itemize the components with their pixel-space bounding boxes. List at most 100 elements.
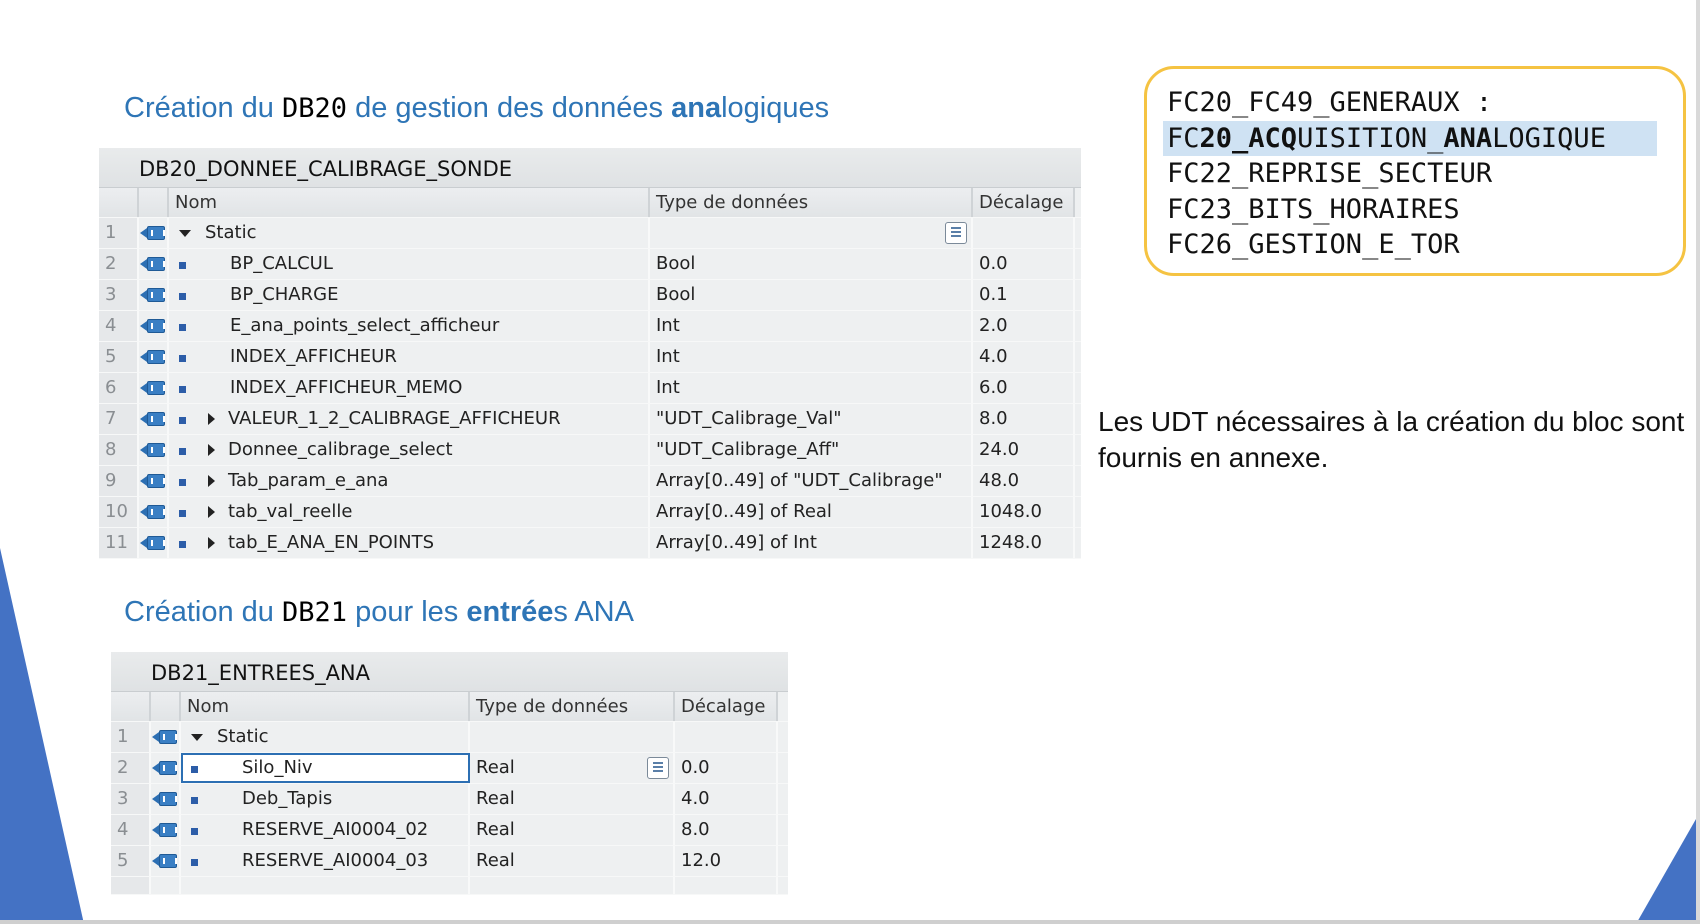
member-name: Deb_Tapis (242, 788, 333, 809)
data-type: Array[0..49] of Real (656, 501, 832, 522)
slide-right-edge (1696, 0, 1700, 924)
type-cell[interactable]: Array[0..49] of Int (650, 528, 973, 558)
data-type: Bool (656, 253, 696, 274)
offset-cell: 8.0 (675, 815, 778, 845)
name-cell[interactable]: RESERVE_AI0004_03 (181, 846, 470, 876)
member-name: tab_val_reelle (228, 501, 353, 522)
member-icon (179, 479, 186, 486)
member-name: BP_CALCUL (230, 253, 333, 274)
table-row[interactable]: 10 tab_val_reelle Array[0..49] of Real 1048… (99, 497, 1081, 528)
name-cell[interactable]: Tab_param_e_ana (169, 466, 650, 496)
data-type: Array[0..49] of Int (656, 532, 817, 553)
header-type[interactable]: Type de données (650, 188, 973, 217)
type-cell[interactable]: Bool (650, 280, 973, 310)
expand-toggle-icon[interactable] (208, 475, 215, 487)
table-row[interactable]: 3 BP_CHARGE Bool 0.1 (99, 280, 1081, 311)
type-cell[interactable]: Real (470, 815, 675, 845)
db21-title: DB21_ENTREES_ANA (111, 652, 788, 692)
table-row[interactable]: 6 INDEX_AFFICHEUR_MEMO Int 6.0 (99, 373, 1081, 404)
table-row[interactable]: 4 E_ana_points_select_afficheur Int 2.0 (99, 311, 1081, 342)
name-cell[interactable]: Static (169, 218, 650, 248)
offset-cell: 0.0 (973, 249, 1075, 279)
type-list-button[interactable] (647, 757, 669, 779)
interface-static-icon (140, 504, 166, 520)
name-cell[interactable]: BP_CALCUL (169, 249, 650, 279)
table-row[interactable]: 1 Static (111, 722, 788, 753)
header-offset[interactable]: Décalage (675, 692, 778, 721)
collapse-toggle-icon[interactable] (191, 733, 203, 741)
type-cell[interactable]: Int (650, 373, 973, 403)
type-cell[interactable]: Int (650, 311, 973, 341)
table-row[interactable]: 2 BP_CALCUL Bool 0.0 (99, 249, 1081, 280)
member-name: INDEX_AFFICHEUR (230, 346, 397, 367)
table-row[interactable]: 2 Silo_Niv Real 0.0 (111, 753, 788, 784)
header-icon (139, 188, 169, 217)
expand-toggle-icon[interactable] (208, 506, 215, 518)
type-cell[interactable] (650, 218, 973, 248)
header-name[interactable]: Nom (181, 692, 470, 721)
row-number: 7 (99, 404, 139, 434)
type-list-button[interactable] (945, 222, 967, 244)
type-cell[interactable]: Array[0..49] of "UDT_Calibrage" (650, 466, 973, 496)
name-cell[interactable]: Donnee_calibrage_select (169, 435, 650, 465)
interface-static-icon (140, 473, 166, 489)
type-cell[interactable]: Bool (650, 249, 973, 279)
name-cell[interactable]: tab_E_ANA_EN_POINTS (169, 528, 650, 558)
row-number: 1 (111, 722, 151, 752)
member-name: INDEX_AFFICHEUR_MEMO (230, 377, 463, 398)
name-cell[interactable]: BP_CHARGE (169, 280, 650, 310)
table-row[interactable]: 5 INDEX_AFFICHEUR Int 4.0 (99, 342, 1081, 373)
expand-toggle-icon[interactable] (208, 413, 215, 425)
type-cell[interactable]: Array[0..49] of Real (650, 497, 973, 527)
table-row[interactable]: 3 Deb_Tapis Real 4.0 (111, 784, 788, 815)
table-row[interactable]: 4 RESERVE_AI0004_02 Real 8.0 (111, 815, 788, 846)
collapse-toggle-icon[interactable] (179, 229, 191, 237)
name-cell[interactable]: Static (181, 722, 470, 752)
row-number: 3 (99, 280, 139, 310)
header-name[interactable]: Nom (169, 188, 650, 217)
expand-toggle-icon[interactable] (208, 444, 215, 456)
type-cell[interactable]: Real (470, 846, 675, 876)
table-row[interactable]: 11 tab_E_ANA_EN_POINTS Array[0..49] of Int… (99, 528, 1081, 559)
type-cell[interactable]: Real (470, 753, 675, 783)
table-row[interactable]: 8 Donnee_calibrage_select "UDT_Calibrage_A… (99, 435, 1081, 466)
name-cell[interactable]: E_ana_points_select_afficheur (169, 311, 650, 341)
table-row[interactable]: 9 Tab_param_e_ana Array[0..49] of "UDT_Cal… (99, 466, 1081, 497)
row-number: 1 (99, 218, 139, 248)
type-cell[interactable]: "UDT_Calibrage_Aff" (650, 435, 973, 465)
row-number: 8 (99, 435, 139, 465)
empty-icon (151, 877, 181, 894)
name-cell[interactable]: VALEUR_1_2_CALIBRAGE_AFFICHEUR (169, 404, 650, 434)
member-icon (191, 766, 198, 773)
fc-line-2-highlighted: FC20_ACQUISITION_ANALOGIQUE (1163, 120, 1657, 156)
table-row[interactable]: 5 RESERVE_AI0004_03 Real 12.0 (111, 846, 788, 877)
interface-static-icon (140, 349, 166, 365)
name-cell[interactable]: INDEX_AFFICHEUR_MEMO (169, 373, 650, 403)
header-type[interactable]: Type de données (470, 692, 675, 721)
name-cell[interactable]: Deb_Tapis (181, 784, 470, 814)
fc-line-4: FC23_BITS_HORAIRES (1167, 193, 1460, 225)
type-cell[interactable]: Real (470, 784, 675, 814)
type-cell[interactable]: "UDT_Calibrage_Val" (650, 404, 973, 434)
type-cell[interactable] (470, 722, 675, 752)
db20-title: DB20_DONNEE_CALIBRAGE_SONDE (99, 148, 1081, 188)
header-offset[interactable]: Décalage (973, 188, 1075, 217)
interface-icon-cell (139, 342, 169, 372)
name-cell[interactable]: INDEX_AFFICHEUR (169, 342, 650, 372)
table-row[interactable]: 7 VALEUR_1_2_CALIBRAGE_AFFICHEUR "UDT_Cali… (99, 404, 1081, 435)
name-cell[interactable]: tab_val_reelle (169, 497, 650, 527)
name-cell[interactable]: Silo_Niv (181, 753, 470, 783)
table-row[interactable]: 1 Static (99, 218, 1081, 249)
expand-toggle-icon[interactable] (208, 537, 215, 549)
offset-cell: 1048.0 (973, 497, 1075, 527)
offset-cell: 48.0 (973, 466, 1075, 496)
name-cell[interactable]: RESERVE_AI0004_02 (181, 815, 470, 845)
member-name: RESERVE_AI0004_02 (242, 819, 429, 840)
data-type: Int (656, 346, 680, 367)
interface-static-icon (140, 287, 166, 303)
row-number: 3 (111, 784, 151, 814)
fc-line-3: FC22_REPRISE_SECTEUR (1167, 158, 1493, 189)
offset-cell: 8.0 (973, 404, 1075, 434)
offset-cell: 6.0 (973, 373, 1075, 403)
type-cell[interactable]: Int (650, 342, 973, 372)
